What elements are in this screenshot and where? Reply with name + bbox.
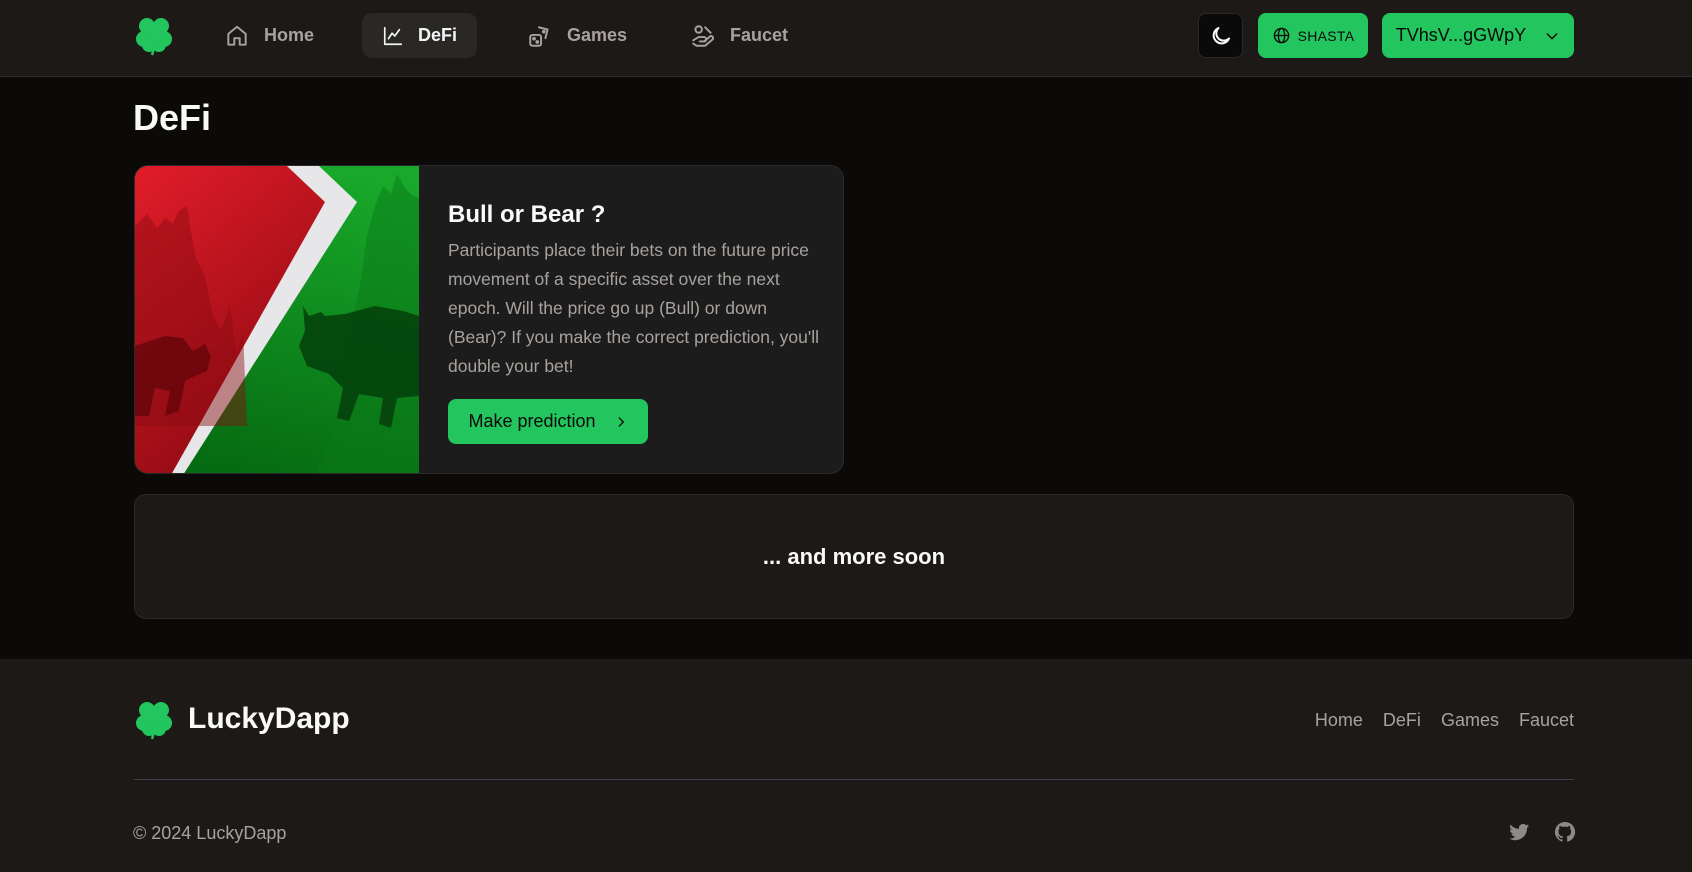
globe-icon [1273,27,1289,44]
wallet-address: TVhsV...gGWpY [1395,25,1527,45]
nav-games-label: Games [567,25,628,45]
footer-links: Home DeFi Games Faucet [1315,710,1574,731]
more-soon-text: ... and more soon [762,543,946,569]
more-soon-card: ... and more soon [134,494,1574,619]
network-button[interactable]: SHASTA [1258,13,1368,58]
bull-or-bear-card: Bull or Bear ? Participants place their … [134,165,844,474]
bull-bear-image [135,166,419,473]
nav-home[interactable]: Home [204,13,334,58]
footer-link-games[interactable]: Games [1441,710,1499,731]
nav-home-label: Home [264,25,315,45]
github-icon [1554,821,1576,842]
github-link[interactable] [1553,820,1577,844]
footer: LuckyDapp Home DeFi Games Faucet © 2024 … [0,659,1692,872]
twitter-link[interactable] [1507,820,1531,844]
wallet-button[interactable]: TVhsV...gGWpY [1382,13,1574,58]
nav-defi-label: DeFi [417,25,457,45]
chevron-right-icon [618,416,624,427]
moon-icon [1212,26,1230,44]
navbar: Home DeFi Games Faucet SHASTA TVhsV...gG… [0,0,1692,77]
twitter-icon [1509,824,1529,841]
chart-line-icon [383,26,403,45]
hand-coins-icon [692,24,714,47]
card-title: Bull or Bear ? [448,201,606,228]
footer-link-faucet[interactable]: Faucet [1519,710,1574,731]
theme-toggle-button[interactable] [1198,13,1243,58]
nav-faucet[interactable]: Faucet [670,13,808,58]
footer-link-defi[interactable]: DeFi [1383,710,1421,731]
footer-divider [134,779,1574,780]
nav-games[interactable]: Games [507,13,647,58]
make-prediction-button[interactable]: Make prediction [448,399,648,444]
nav-faucet-label: Faucet [730,25,789,45]
make-prediction-label: Make prediction [468,411,596,431]
home-icon [227,25,247,46]
footer-brand: LuckyDapp [188,702,350,735]
nav-defi[interactable]: DeFi [362,13,477,58]
clover-logo-icon[interactable] [133,15,175,57]
dice-icon [529,25,549,47]
footer-link-home[interactable]: Home [1315,710,1363,731]
clover-logo-icon[interactable] [133,699,175,741]
copyright-text: © 2024 LuckyDapp [133,823,287,843]
network-label: SHASTA [1297,27,1355,44]
card-description: Participants place their bets on the fut… [448,240,820,376]
page-title: DeFi [133,97,212,138]
chevron-down-icon [1546,32,1558,39]
